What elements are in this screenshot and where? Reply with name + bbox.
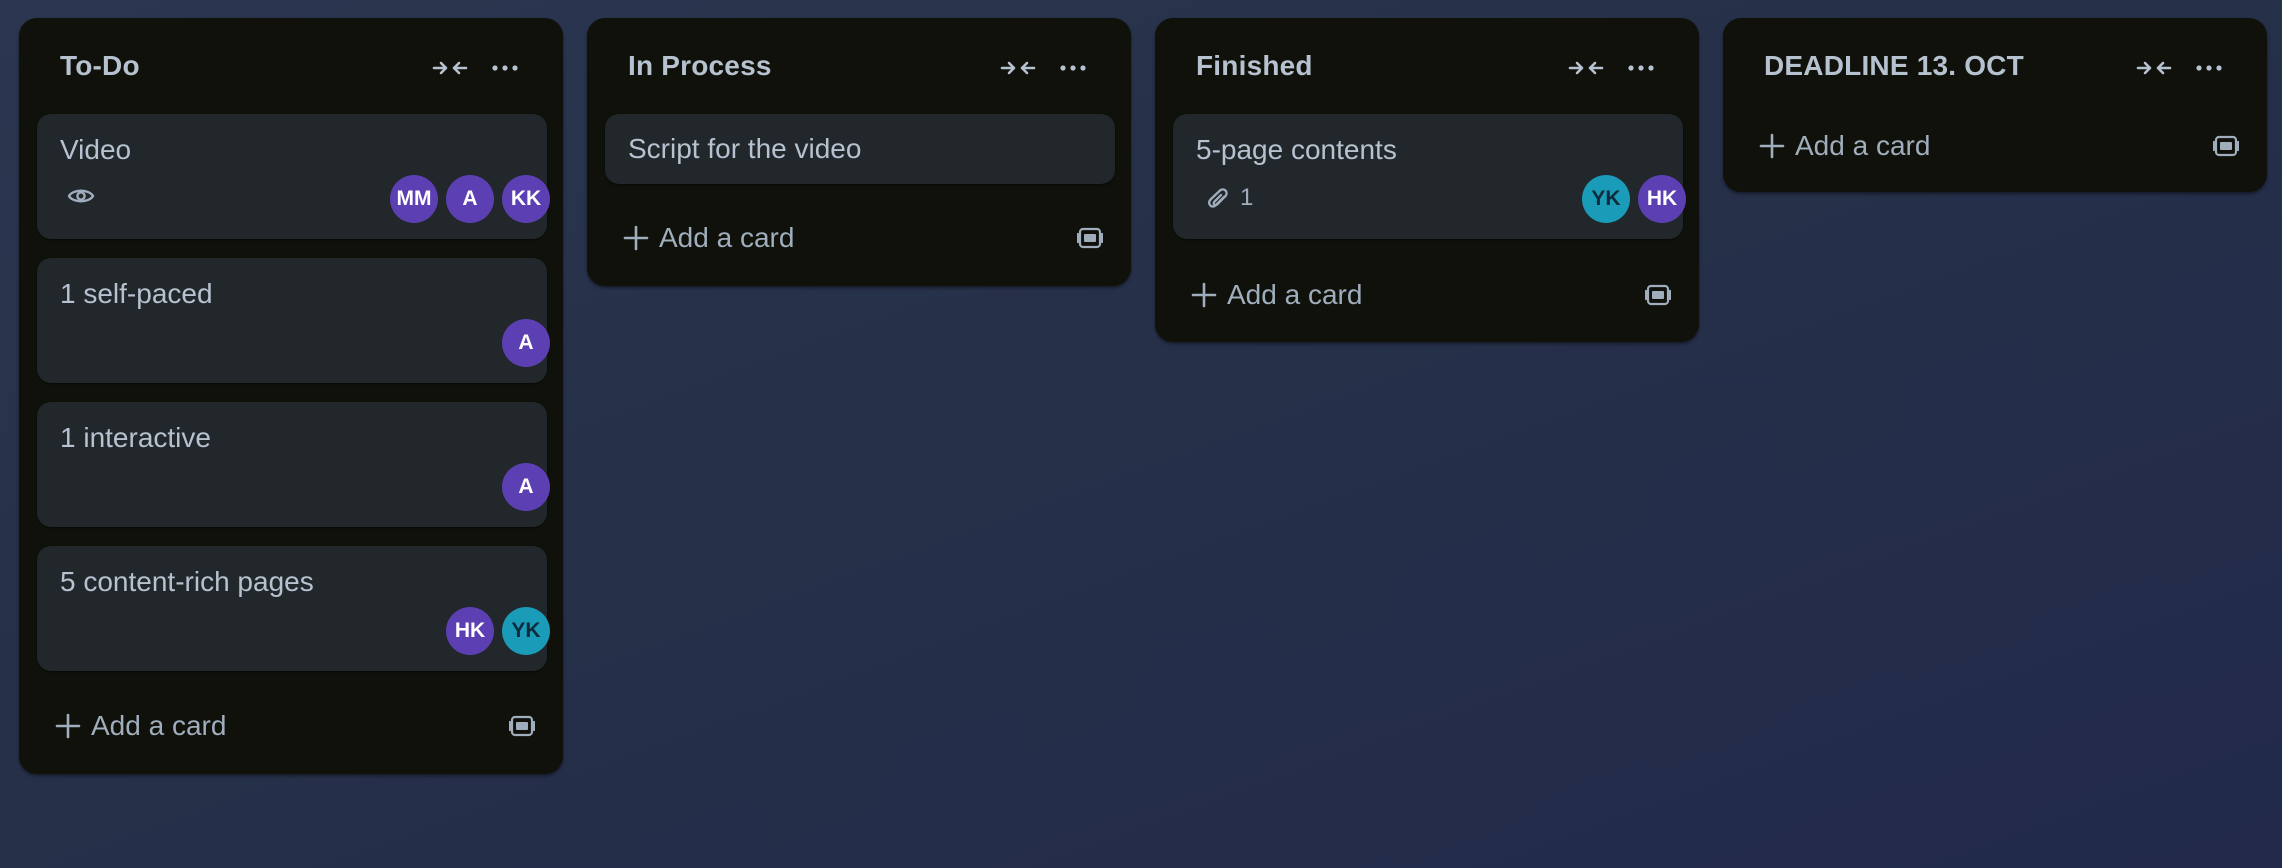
list-title[interactable]: In Process [628, 48, 772, 84]
avatar[interactable]: HK [446, 607, 494, 655]
collapse-list-button[interactable] [998, 48, 1038, 88]
collapse-list-button[interactable] [2134, 48, 2174, 88]
ellipsis-icon [492, 65, 518, 71]
collapse-arrows-icon [432, 61, 468, 75]
watch-badge [67, 186, 95, 206]
card-5-page-contents[interactable]: 5-page contents 1 YK HK [1173, 114, 1686, 239]
card-content-rich-pages[interactable]: 5 content-rich pages HK YK [37, 546, 550, 671]
list-actions-button[interactable] [1053, 48, 1093, 88]
plus-icon [1759, 133, 1785, 159]
list-to-do: To-Do Video MM A KK 1 self-paced A 1 int… [19, 18, 563, 774]
card-template-icon [509, 715, 535, 737]
avatar[interactable]: HK [1638, 175, 1686, 223]
create-from-template-button[interactable] [507, 711, 537, 741]
list-header[interactable]: DEADLINE 13. OCT [1723, 18, 2267, 114]
list-finished: Finished 5-page contents 1 YK HK Add a c… [1155, 18, 1699, 342]
card-title: Video [60, 134, 132, 165]
avatar[interactable]: A [502, 463, 550, 511]
attachments-badge: 1 [1206, 184, 1253, 212]
add-card-label: Add a card [659, 222, 795, 253]
plus-icon [623, 225, 649, 251]
avatar[interactable]: YK [1582, 175, 1630, 223]
add-card-button[interactable]: Add a card [1173, 263, 1683, 325]
card-title: 1 interactive [60, 422, 211, 453]
ellipsis-icon [1628, 65, 1654, 71]
list-title[interactable]: DEADLINE 13. OCT [1764, 48, 2024, 84]
card-title: Script for the video [628, 133, 862, 164]
card-template-icon [1077, 227, 1103, 249]
add-card-button[interactable]: Add a card [1741, 114, 2251, 176]
list-title[interactable]: Finished [1196, 48, 1313, 84]
plus-icon [1191, 282, 1217, 308]
ellipsis-icon [2196, 65, 2222, 71]
list-in-process: In Process Script for the video Add a ca… [587, 18, 1131, 286]
board: To-Do Video MM A KK 1 self-paced A 1 int… [0, 0, 2282, 868]
add-card-label: Add a card [1227, 279, 1363, 310]
card-title: 1 self-paced [60, 278, 213, 309]
add-card-button[interactable]: Add a card [605, 206, 1115, 268]
list-actions-button[interactable] [2189, 48, 2229, 88]
collapse-arrows-icon [1568, 61, 1604, 75]
card-title: 5 content-rich pages [60, 566, 314, 597]
add-card-label: Add a card [91, 710, 227, 741]
list-deadline: DEADLINE 13. OCT Add a card [1723, 18, 2267, 192]
card-template-icon [1645, 284, 1671, 306]
list-header[interactable]: In Process [587, 18, 1131, 114]
card-title: 5-page contents [1196, 134, 1397, 165]
avatar[interactable]: MM [390, 175, 438, 223]
collapse-list-button[interactable] [1566, 48, 1606, 88]
card-self-paced[interactable]: 1 self-paced A [37, 258, 550, 383]
collapse-arrows-icon [2136, 61, 2172, 75]
ellipsis-icon [1060, 65, 1086, 71]
paperclip-icon [1207, 188, 1228, 208]
card-template-icon [2213, 135, 2239, 157]
card-video[interactable]: Video MM A KK [37, 114, 550, 239]
eye-icon [67, 189, 95, 203]
add-card-label: Add a card [1795, 130, 1931, 161]
collapse-list-button[interactable] [430, 48, 470, 88]
avatar[interactable]: A [502, 319, 550, 367]
card-script-for-the-video[interactable]: Script for the video [605, 114, 1115, 184]
list-header[interactable]: To-Do [19, 18, 563, 114]
collapse-arrows-icon [1000, 61, 1036, 75]
card-interactive[interactable]: 1 interactive A [37, 402, 550, 527]
list-title[interactable]: To-Do [60, 48, 140, 84]
list-actions-button[interactable] [1621, 48, 1661, 88]
attachment-count: 1 [1240, 184, 1254, 211]
avatar[interactable]: KK [502, 175, 550, 223]
create-from-template-button[interactable] [1643, 280, 1673, 310]
plus-icon [55, 713, 81, 739]
list-header[interactable]: Finished [1155, 18, 1699, 114]
add-card-button[interactable]: Add a card [37, 694, 547, 756]
avatar[interactable]: A [446, 175, 494, 223]
list-actions-button[interactable] [485, 48, 525, 88]
avatar[interactable]: YK [502, 607, 550, 655]
create-from-template-button[interactable] [2211, 131, 2241, 161]
create-from-template-button[interactable] [1075, 223, 1105, 253]
